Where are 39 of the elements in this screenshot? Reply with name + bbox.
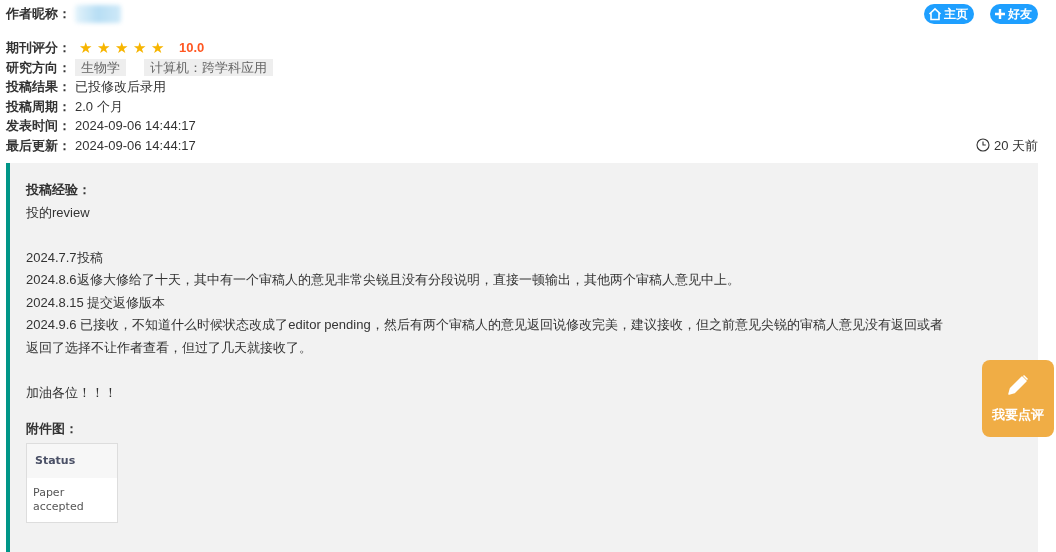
author-label: 作者昵称：	[6, 5, 71, 24]
field-label: 期刊评分：	[6, 39, 71, 57]
star-icon: ★	[115, 38, 128, 58]
field-value: 2024-09-06 14:44:17	[75, 136, 196, 155]
time-ago: 20 天前	[993, 136, 1038, 155]
rating-score: 10.0	[179, 39, 205, 57]
add-friend-button[interactable]: 好友	[990, 4, 1038, 24]
home-button[interactable]: 主页	[924, 4, 974, 24]
star-icon: ★	[133, 38, 146, 58]
clock-icon	[975, 138, 990, 153]
topic-tag: 计算机：跨学科应用	[144, 58, 273, 76]
field-label: 投稿周期：	[6, 97, 71, 116]
text-line: 2024.8.15 提交返修版本	[26, 293, 167, 312]
field-label: 研究方向：	[6, 58, 71, 77]
field-label: 最后更新：	[6, 136, 71, 155]
field-value: 2024-09-06 14:44:17	[75, 117, 196, 135]
status-header: Status	[27, 443, 117, 478]
pencil-icon	[1006, 372, 1030, 397]
home-icon	[928, 7, 942, 21]
text-line: 2024.9.6 已接收，不知道什么时候状态改成了editor pending，然后有两个审稿人的意见返回说修改完美，建议接收，但之前意见尖锐的审稿人意见没有返回或者	[26, 316, 944, 334]
star-icon: ★	[151, 38, 164, 58]
text-line: 加油各位！！！	[26, 383, 118, 402]
text-line: 2024.7.7投稿	[26, 248, 104, 267]
text-line: 返回了选择不让作者查看，但过了几天就接收了。	[26, 338, 313, 357]
plus-icon	[994, 8, 1006, 20]
status-cell-text: Paper accepted	[32, 485, 85, 515]
field-label: 投稿结果：	[6, 78, 71, 96]
text-line: 投的review	[26, 203, 91, 222]
field-value: 已投修改后录用	[75, 78, 166, 96]
field-label: 发表时间：	[6, 117, 71, 135]
field-value: 2.0 个月	[75, 97, 123, 116]
section-title: 投稿经验：	[26, 181, 92, 199]
star-icon: ★	[97, 38, 110, 58]
text-line: 2024.8.6返修大修给了十天，其中有一个审稿人的意见非常尖锐且没有分段说明，直接一顿输出，其他两个审稿人意见中上。	[26, 271, 741, 289]
star-icon: ★	[79, 38, 92, 58]
section-title: 附件图：	[26, 420, 79, 438]
attachment-image[interactable]: Status Paper accepted	[26, 442, 118, 523]
topic-tag: 生物学	[75, 58, 126, 76]
review-button[interactable]: 我要点评	[982, 360, 1054, 437]
